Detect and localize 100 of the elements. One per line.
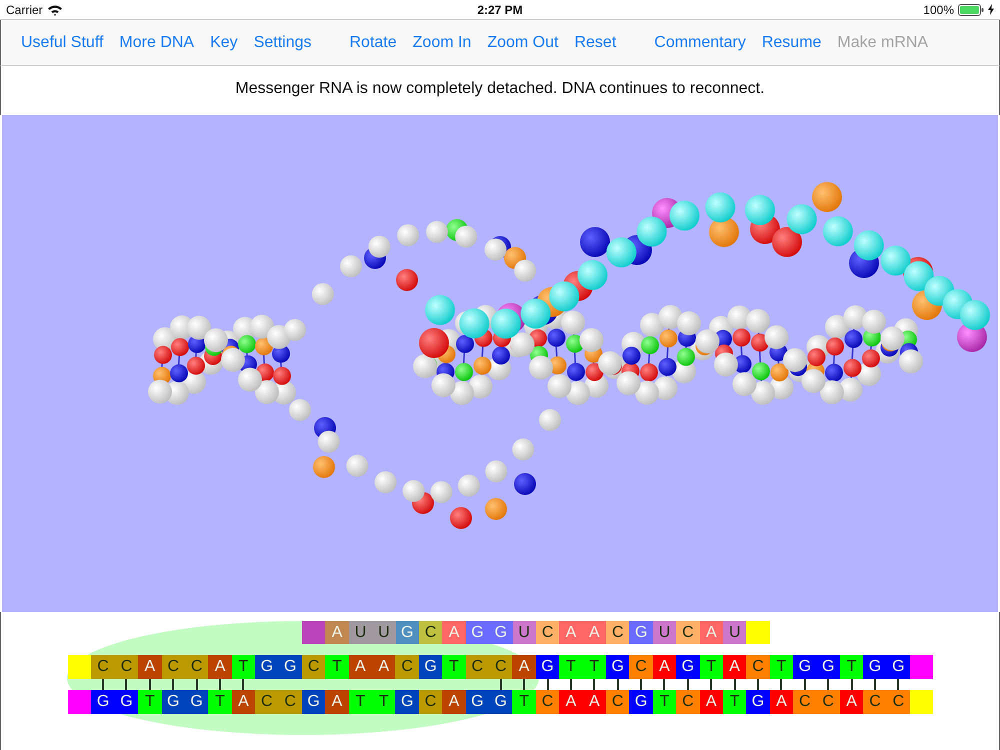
- toolbar-button[interactable]: Settings: [246, 30, 320, 56]
- mrna-base: A: [582, 621, 606, 644]
- dna-base: C: [793, 690, 816, 714]
- mrna-base: U: [652, 621, 676, 644]
- mrna-base: G: [396, 621, 419, 644]
- dna-base: G: [489, 690, 512, 714]
- carrier-label: Carrier: [6, 2, 43, 16]
- dna-base: T: [770, 655, 794, 679]
- dna-base: A: [652, 655, 676, 679]
- dna-base: C: [114, 655, 138, 679]
- dna-base: G: [418, 655, 442, 679]
- dna-base: A: [582, 690, 606, 714]
- dna-base: A: [700, 690, 723, 714]
- dna-base: T: [512, 690, 536, 714]
- dna-base: G: [255, 655, 279, 679]
- dna-base: A: [325, 690, 349, 714]
- dna-base: G: [863, 655, 887, 679]
- dna-base: C: [489, 655, 512, 679]
- wifi-icon: [46, 4, 63, 16]
- dna-base: C: [91, 655, 115, 679]
- dna-base: T: [559, 655, 583, 679]
- dna-base: C: [746, 655, 770, 679]
- dna-base: T: [325, 655, 349, 679]
- mrna-base: G: [489, 621, 513, 644]
- dna-base: G: [886, 655, 910, 679]
- dna-base: C: [676, 690, 700, 714]
- dna-base: C: [278, 690, 302, 714]
- mrna-base: A: [559, 621, 583, 644]
- dna-base: T: [208, 690, 232, 714]
- dna-base: C: [816, 690, 840, 714]
- dna-base: G: [816, 655, 840, 679]
- toolbar-button[interactable]: Zoom In: [404, 30, 480, 56]
- dna-base: G: [302, 690, 326, 714]
- battery-icon: [958, 4, 984, 16]
- dna-base: G: [536, 655, 560, 679]
- dna-base: A: [512, 655, 536, 679]
- dna-base: A: [232, 690, 256, 714]
- dna-base: A: [722, 655, 746, 679]
- dna-base: C: [162, 655, 185, 679]
- mrna-base: U: [723, 621, 746, 644]
- dna-base: G: [91, 690, 115, 714]
- dna-base: G: [746, 690, 770, 714]
- dna-base: A: [348, 655, 372, 679]
- toolbar-button[interactable]: Resume: [754, 30, 830, 56]
- toolbar-button[interactable]: Reset: [566, 30, 624, 56]
- clock-time: 2:27 PM: [476, 2, 524, 16]
- toolbar-button[interactable]: Zoom Out: [479, 30, 566, 56]
- dna-base: G: [184, 690, 208, 714]
- dna-base: T: [582, 655, 606, 679]
- mrna-base: U: [348, 621, 372, 644]
- dna-base: C: [466, 655, 490, 679]
- dna-base: T: [442, 655, 466, 679]
- mrna-base: A: [442, 621, 466, 644]
- dna-base: G: [466, 690, 490, 714]
- dna-base: T: [348, 690, 372, 714]
- dna-base: A: [138, 655, 162, 679]
- dna-base: T: [138, 690, 162, 714]
- dna-base: G: [676, 655, 700, 679]
- dna-base: A: [442, 690, 466, 714]
- toolbar-button[interactable]: More DNA: [111, 30, 202, 56]
- dna-base: A: [208, 655, 232, 679]
- dna-base: C: [863, 690, 887, 714]
- mrna-base: G: [466, 621, 490, 644]
- toolbar-button[interactable]: Commentary: [646, 30, 754, 56]
- mrna-base: C: [606, 621, 630, 644]
- mrna-base: A: [325, 621, 349, 644]
- dna-base: A: [770, 690, 794, 714]
- toolbar-button[interactable]: Rotate: [342, 30, 405, 56]
- dna-base: G: [114, 690, 138, 714]
- dna-base: G: [793, 655, 816, 679]
- dna-base: G: [162, 690, 185, 714]
- dna-base: G: [629, 690, 653, 714]
- dna-base: C: [418, 690, 442, 714]
- dna-base: T: [372, 690, 396, 714]
- dna-base: C: [255, 690, 279, 714]
- mrna-base: U: [372, 621, 396, 644]
- dna-base: A: [840, 690, 864, 714]
- dna-base: G: [395, 690, 419, 714]
- mrna-base: C: [676, 621, 700, 644]
- battery-percent: 100%: [923, 2, 954, 16]
- mrna-base: A: [700, 621, 724, 644]
- dna-base: T: [722, 690, 746, 714]
- mrna-base: C: [536, 621, 560, 644]
- dna-base: T: [700, 655, 723, 679]
- dna-base: C: [536, 690, 560, 714]
- toolbar-button[interactable]: Useful Stuff: [13, 30, 112, 56]
- mrna-base: G: [629, 621, 653, 644]
- dna-base: C: [606, 690, 630, 714]
- dna-base: T: [652, 690, 676, 714]
- status-message: Messenger RNA is now completely detached. DNA continues to reconnect.: [235, 80, 765, 98]
- dna-base: C: [629, 655, 653, 679]
- dna-base: G: [278, 655, 302, 679]
- dna-base: C: [184, 655, 208, 679]
- dna-base: T: [232, 655, 256, 679]
- dna-base: C: [302, 655, 326, 679]
- dna-base: C: [395, 655, 419, 679]
- toolbar-button[interactable]: Key: [202, 30, 246, 56]
- dna-base: T: [840, 655, 864, 679]
- dna-base: A: [372, 655, 396, 679]
- mrna-base: U: [512, 621, 536, 644]
